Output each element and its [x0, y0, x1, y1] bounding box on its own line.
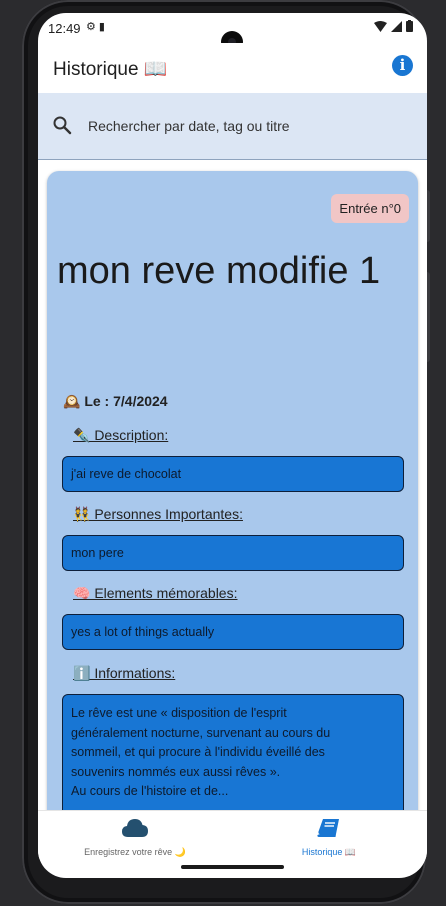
elements-label: 🧠 Elements mémorables: [73, 585, 238, 601]
search-input[interactable]: Rechercher par date, tag ou titre [88, 118, 290, 134]
app-bar: Historique 📖 i [38, 43, 427, 93]
signal-icon [391, 20, 402, 32]
dream-entry-card[interactable]: Entrée n°0 mon reve modifie 1 🕰️ Le : 7/… [47, 171, 418, 810]
battery-icon [406, 20, 413, 32]
info-icon[interactable]: i [392, 55, 413, 76]
search-icon [53, 116, 72, 135]
home-indicator[interactable] [181, 865, 284, 869]
nav-history-label: Historique 📖 [301, 847, 357, 857]
people-field[interactable]: mon pere [62, 535, 404, 571]
notification-icons: ⚙ ▮ [86, 21, 105, 33]
nav-record-dream[interactable]: Enregistrez votre rêve 🌙 [38, 811, 232, 859]
nav-history[interactable]: Historique 📖 [232, 811, 426, 859]
page-title: Historique 📖 [53, 59, 168, 80]
entry-number-badge: Entrée n°0 [331, 194, 409, 223]
phone-screen: 12:49 ⚙ ▮ Historique 📖 i Rechercher par … [38, 13, 427, 878]
status-time: 12:49 [48, 21, 81, 36]
entry-date: 🕰️ Le : 7/4/2024 [63, 393, 168, 409]
description-label: ✒️ Description: [73, 427, 169, 443]
search-bar[interactable]: Rechercher par date, tag ou titre [38, 93, 427, 160]
people-label: 👯 Personnes Importantes: [73, 506, 243, 522]
status-indicators [374, 20, 413, 32]
book-icon [317, 819, 339, 837]
description-field[interactable]: j'ai reve de chocolat [62, 456, 404, 492]
informations-label: ℹ️ Informations: [73, 665, 176, 681]
history-list[interactable]: Entrée n°0 mon reve modifie 1 🕰️ Le : 7/… [38, 160, 427, 810]
dream-title: mon reve modifie 1 [57, 250, 381, 292]
elements-field[interactable]: yes a lot of things actually [62, 614, 404, 650]
cloud-icon [122, 819, 148, 837]
informations-field[interactable]: Le rêve est une « disposition de l'espri… [62, 694, 404, 810]
bottom-navigation: Enregistrez votre rêve 🌙 Historique 📖 [38, 810, 427, 859]
nav-record-label: Enregistrez votre rêve 🌙 [84, 847, 186, 857]
wifi-icon [374, 20, 387, 32]
